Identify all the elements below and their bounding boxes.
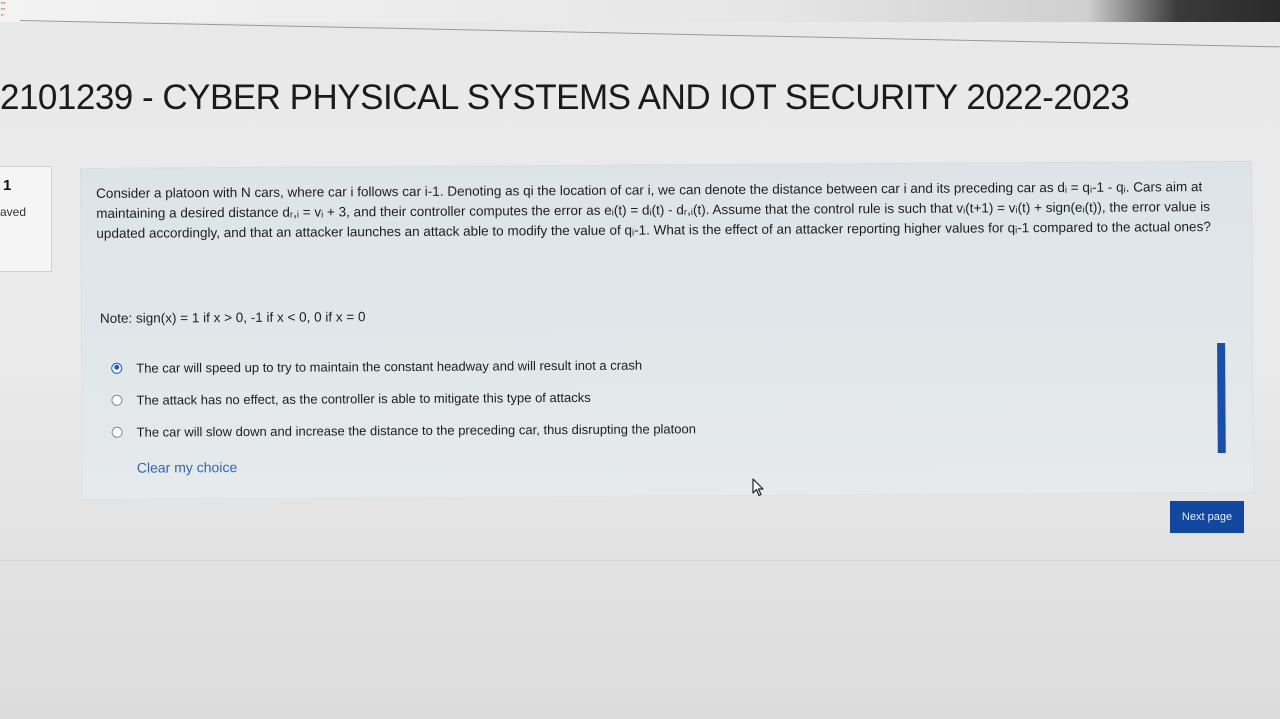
question-text: Consider a platoon with N cars, where ca… [96,179,1211,241]
answer-label[interactable]: The attack has no effect, as the control… [136,389,590,407]
question-info-panel: 1 saved [0,166,52,272]
answer-option-3[interactable]: The car will slow down and increase the … [111,415,1012,442]
answer-option-1[interactable]: The car will speed up to try to maintain… [111,351,1011,378]
course-title: 2101239 - CYBER PHYSICAL SYSTEMS AND IOT… [0,78,1130,117]
browser-top-strip [0,0,1280,22]
answer-list: The car will speed up to try to maintain… [111,351,1012,452]
question-state: saved [0,205,27,219]
radio-unselected-icon[interactable] [111,394,123,406]
mouse-pointer-icon [752,478,764,497]
answer-option-2[interactable]: The attack has no effect, as the control… [111,383,1011,410]
header-divider [19,20,1280,48]
clear-choice-link[interactable]: Clear my choice [137,459,237,476]
answer-label[interactable]: The car will speed up to try to maintain… [136,357,642,375]
next-page-button[interactable]: Next page [1170,501,1244,533]
radio-unselected-icon[interactable] [111,426,123,438]
question-note: Note: sign(x) = 1 if x > 0, -1 if x < 0,… [99,309,366,326]
scrollbar[interactable] [1217,343,1226,454]
answer-label[interactable]: The car will slow down and increase the … [137,421,696,439]
site-logo: ▪▪▪ ▪▪▪ ▪▪ [1,0,6,17]
question-content: Consider a platoon with N cars, where ca… [80,160,1255,500]
question-number: 1 [3,177,12,194]
page-divider [0,560,1280,561]
radio-selected-icon[interactable] [111,362,123,374]
